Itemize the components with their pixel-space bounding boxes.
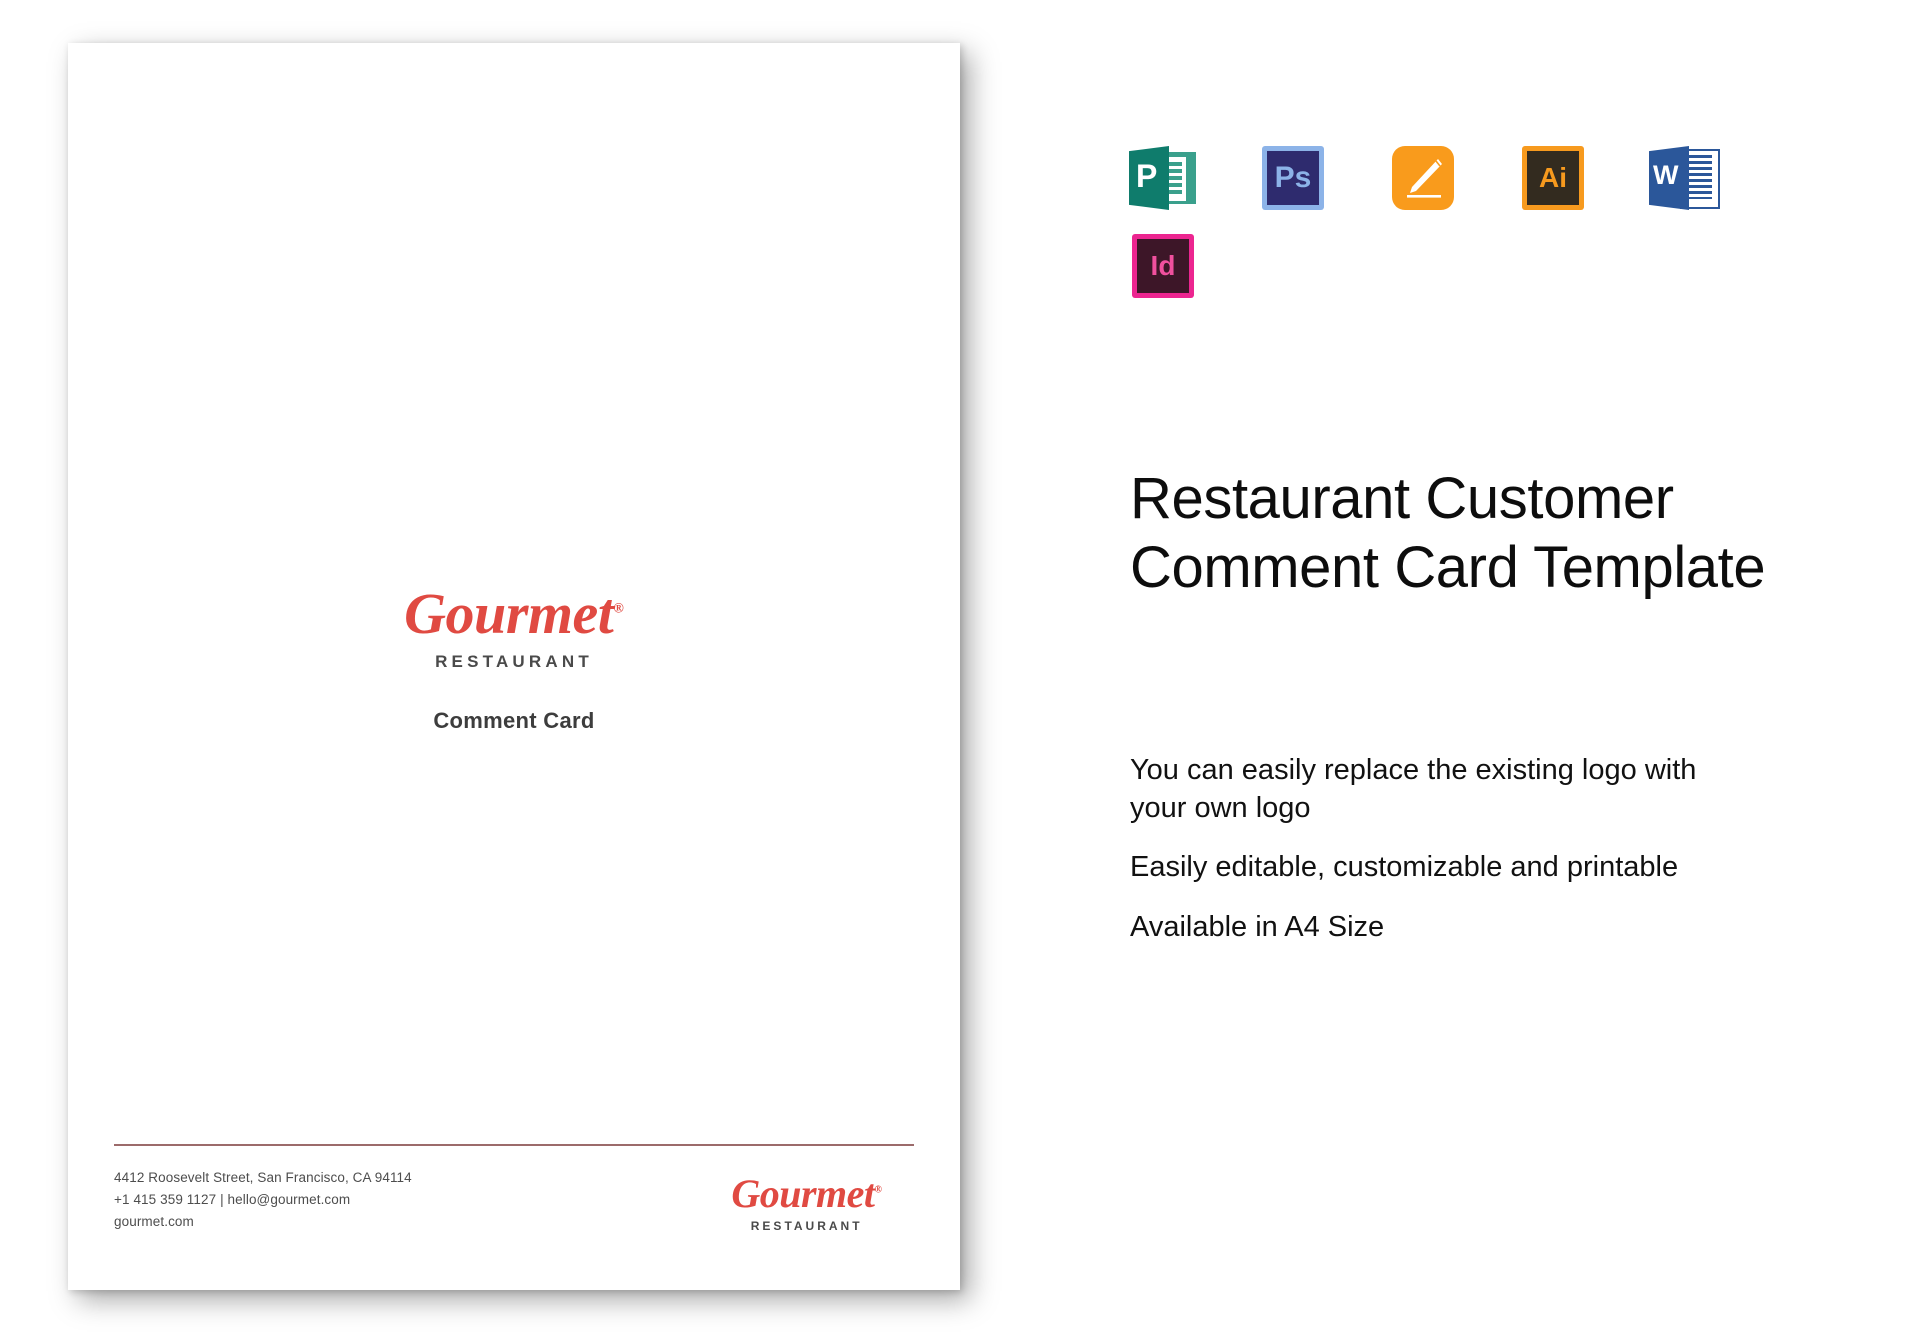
format-icon-cell[interactable]: Id <box>1128 232 1258 320</box>
footer-brand-logo-mark: Gourmet® <box>731 1174 882 1214</box>
card-subtitle: Comment Card <box>433 708 595 733</box>
footer-row: 4412 Roosevelt Street, San Francisco, CA… <box>114 1167 914 1233</box>
photoshop-icon-letter: Ps <box>1274 161 1312 194</box>
footer-website-line: gourmet.com <box>114 1214 194 1230</box>
footer-phone-email-line: +1 415 359 1127 | hello@gourmet.com <box>114 1192 351 1208</box>
footer-brand-logo-text: Gourmet <box>731 1171 875 1216</box>
format-icon-cell[interactable]: W <box>1648 144 1778 232</box>
illustrator-icon-letter: Ai <box>1539 162 1567 193</box>
word-icon-letter: W <box>1653 160 1679 190</box>
format-icon-grid: P Ps Ai W Id <box>1128 144 1788 320</box>
format-icon-cell[interactable]: P <box>1128 144 1258 232</box>
card-footer: 4412 Roosevelt Street, San Francisco, CA… <box>114 1144 914 1233</box>
indesign-icon-letter: Id <box>1150 250 1176 281</box>
feature-list: You can easily replace the existing logo… <box>1130 752 1750 947</box>
footer-brand-trademark-icon: ® <box>874 1184 882 1196</box>
info-panel: P Ps Ai W Id Restaurant Customer Comment… <box>1128 0 1868 1337</box>
footer-brand-logo: Gourmet® RESTAURANT <box>731 1174 914 1234</box>
pages-icon[interactable] <box>1388 144 1460 212</box>
brand-logo-text: Gourmet <box>404 581 614 646</box>
photoshop-icon[interactable]: Ps <box>1258 144 1330 212</box>
indesign-icon[interactable]: Id <box>1128 232 1200 300</box>
brand-logo: Gourmet® <box>68 585 960 643</box>
feature-item: Easily editable, customizable and printa… <box>1130 851 1679 884</box>
feature-item: Available in A4 Size <box>1130 911 1385 944</box>
pages-icon-pen-glyph <box>1407 159 1442 198</box>
publisher-icon-letter: P <box>1136 158 1158 194</box>
card-center-block: Gourmet® RESTAURANT Comment Card <box>68 585 960 734</box>
format-icon-cell[interactable]: Ai <box>1518 144 1648 232</box>
footer-address-line: 4412 Roosevelt Street, San Francisco, CA… <box>114 1170 412 1186</box>
footer-divider <box>114 1144 914 1147</box>
format-icon-cell[interactable]: Ps <box>1258 144 1388 232</box>
word-icon[interactable]: W <box>1648 144 1720 212</box>
feature-item: You can easily replace the existing logo… <box>1130 754 1697 824</box>
brand-tagline: RESTAURANT <box>435 652 593 671</box>
brand-trademark-icon: ® <box>613 601 624 617</box>
document-preview-card[interactable]: Gourmet® RESTAURANT Comment Card 4412 Ro… <box>68 43 960 1290</box>
page-title: Restaurant Customer Comment Card Templat… <box>1130 465 1766 600</box>
footer-contact-block: 4412 Roosevelt Street, San Francisco, CA… <box>114 1167 412 1233</box>
footer-brand-tagline: RESTAURANT <box>750 1219 863 1233</box>
format-icon-cell[interactable] <box>1388 144 1518 232</box>
publisher-icon[interactable]: P <box>1128 144 1200 212</box>
illustrator-icon[interactable]: Ai <box>1518 144 1590 212</box>
